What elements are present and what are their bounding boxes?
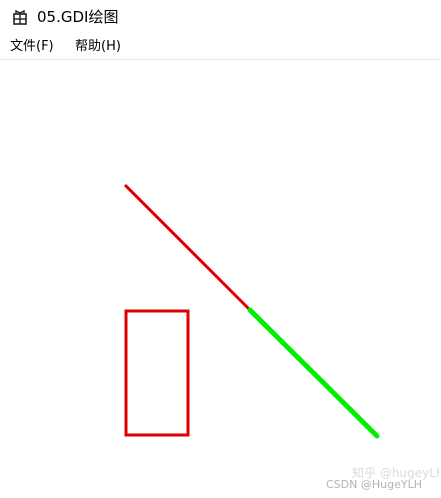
- menu-file[interactable]: 文件(F): [10, 38, 54, 56]
- green-diagonal-line: [247, 307, 380, 439]
- title-bar: 05.GDI绘图: [0, 0, 441, 34]
- drawing-surface: [123, 183, 380, 439]
- drawing-canvas[interactable]: [0, 60, 441, 498]
- app-icon: [13, 9, 27, 25]
- red-rectangle: [124, 309, 190, 437]
- menu-bar: 文件(F) 帮助(H): [0, 34, 441, 59]
- menu-help[interactable]: 帮助(H): [75, 38, 121, 56]
- window-title: 05.GDI绘图: [37, 8, 119, 26]
- watermark-csdn: CSDN @HugeYLH: [326, 478, 422, 491]
- red-diagonal-line: [123, 183, 252, 312]
- app-window: 05.GDI绘图 文件(F) 帮助(H) 知乎 @hugeyLH CSDN @H…: [0, 0, 441, 498]
